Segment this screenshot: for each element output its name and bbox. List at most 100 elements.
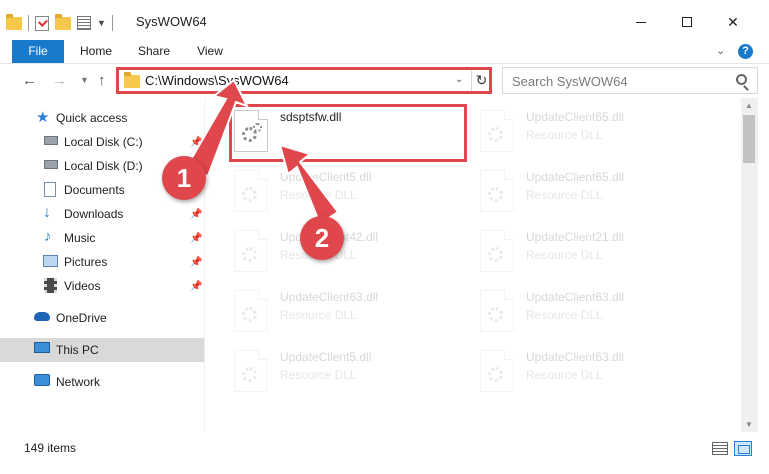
tab-view[interactable]: View — [186, 40, 234, 63]
sidebar-item-downloads[interactable]: ↓ Downloads 📌 — [0, 202, 204, 226]
sidebar-item-local-disk-c[interactable]: Local Disk (C:) 📌 — [0, 130, 204, 154]
search-box[interactable]: Search SysWOW64 — [502, 67, 758, 94]
recent-locations-chevron-icon[interactable]: ▼ — [80, 75, 89, 85]
music-icon: ♪ — [44, 228, 52, 245]
tab-file[interactable]: File — [12, 40, 64, 63]
properties-check-icon[interactable] — [35, 15, 49, 31]
status-bar: 149 items — [0, 432, 769, 474]
file-item-highlighted[interactable]: sdsptsfw.dll — [234, 106, 474, 160]
dll-file-icon — [234, 230, 268, 272]
pin-icon: 📌 — [190, 280, 203, 292]
sidebar-item-label: OneDrive — [56, 311, 107, 325]
sidebar-item-onedrive[interactable]: OneDrive — [0, 306, 204, 330]
file-name: UpdateClient65.dll — [526, 170, 625, 184]
file-item[interactable]: UpdateClient63.dll Resource DLL — [480, 346, 720, 400]
pin-icon: 📌 — [190, 232, 203, 244]
minimize-button[interactable] — [618, 8, 664, 36]
details-view-icon[interactable] — [712, 442, 728, 455]
file-name: UpdateClient5.dll — [280, 170, 372, 184]
file-type: Resource DLL — [526, 308, 603, 322]
toolbar-separator — [28, 15, 29, 31]
dll-file-icon — [480, 170, 514, 212]
search-icon — [736, 74, 747, 85]
gear-icon — [488, 247, 503, 262]
address-dropdown-chevron-icon[interactable]: ⌄ — [455, 74, 463, 85]
file-item[interactable]: UpdateClient63.dll Resource DLL — [480, 286, 720, 340]
back-arrow-icon[interactable]: ← — [22, 72, 37, 89]
forward-arrow-icon[interactable]: → — [52, 72, 67, 89]
help-icon[interactable]: ? — [738, 44, 753, 59]
dll-file-icon — [480, 350, 514, 392]
pin-icon: 📌 — [190, 208, 203, 220]
gear-icon — [253, 123, 262, 132]
ribbon-tabs: File Home Share View ⌄ ? — [0, 40, 769, 64]
scrollbar-thumb[interactable] — [743, 115, 755, 163]
pictures-icon — [43, 255, 58, 267]
documents-icon — [44, 182, 56, 197]
large-icons-view-icon[interactable] — [734, 441, 752, 456]
file-item[interactable]: UpdateClient42.dll Resource DLL — [234, 226, 474, 280]
gear-icon — [488, 367, 503, 382]
close-button[interactable]: ✕ — [710, 8, 756, 36]
sidebar-item-label: Quick access — [56, 111, 128, 125]
file-item[interactable]: UpdateClient65.dll Resource DLL — [480, 106, 720, 160]
file-type: Resource DLL — [280, 188, 357, 202]
maximize-button[interactable] — [664, 8, 710, 36]
new-folder-icon[interactable] — [55, 13, 71, 30]
tab-share[interactable]: Share — [130, 40, 178, 63]
dll-file-icon — [480, 230, 514, 272]
file-item[interactable]: UpdateClient5.dll Resource DLL — [234, 166, 474, 220]
gear-icon — [242, 367, 257, 382]
close-icon: ✕ — [727, 13, 739, 30]
address-bar[interactable]: C:\Windows\SysWOW64 ⌄ ↻ — [116, 67, 492, 94]
item-count: 149 items — [24, 441, 77, 455]
gear-icon — [488, 127, 503, 142]
tab-home[interactable]: Home — [72, 40, 120, 63]
sidebar-item-music[interactable]: ♪ Music 📌 — [0, 226, 204, 250]
refresh-icon[interactable]: ↻ — [471, 69, 491, 92]
properties-icon[interactable] — [77, 16, 91, 30]
sidebar-item-label: Videos — [64, 279, 101, 293]
file-type: Resource DLL — [280, 368, 357, 382]
drive-icon — [44, 160, 58, 169]
navigation-pane: ★ Quick access Local Disk (C:) 📌 Local D… — [0, 98, 205, 432]
file-item[interactable]: UpdateClient65.dll Resource DLL — [480, 166, 720, 220]
dll-file-icon — [480, 110, 514, 152]
up-arrow-icon[interactable]: ↑ — [98, 72, 106, 89]
file-item[interactable]: UpdateClient63.dll Resource DLL — [234, 286, 474, 340]
sidebar-item-videos[interactable]: Videos 📌 — [0, 274, 204, 298]
sidebar-item-pictures[interactable]: Pictures 📌 — [0, 250, 204, 274]
videos-icon — [44, 278, 57, 293]
sidebar-item-label: Music — [64, 231, 96, 245]
file-name: UpdateClient63.dll — [280, 290, 379, 304]
dll-file-icon — [234, 170, 268, 212]
search-input[interactable]: Search SysWOW64 — [512, 74, 628, 89]
customize-toolbar-chevron-icon[interactable]: ▼ — [97, 18, 106, 28]
step-1-badge: 1 — [162, 156, 206, 200]
scroll-up-icon[interactable]: ▲ — [745, 101, 753, 110]
sidebar-item-this-pc[interactable]: This PC — [0, 338, 204, 362]
dll-file-icon — [480, 290, 514, 332]
expand-ribbon-chevron-icon[interactable]: ⌄ — [716, 44, 725, 57]
file-name: UpdateClient63.dll — [526, 290, 625, 304]
pane-divider[interactable] — [204, 98, 205, 432]
file-type: Resource DLL — [526, 188, 603, 202]
file-explorer-window: ▼ SysWOW64 ✕ File Home Share View ⌄ ? ← … — [0, 0, 769, 474]
gear-icon — [488, 307, 503, 322]
scroll-down-icon[interactable]: ▼ — [745, 420, 753, 429]
dll-file-icon — [234, 290, 268, 332]
download-icon: ↓ — [43, 204, 51, 221]
folder-icon — [6, 13, 22, 30]
file-item[interactable]: UpdateClient5.dll Resource DLL — [234, 346, 474, 400]
file-item[interactable]: UpdateClient21.dll Resource DLL — [480, 226, 720, 280]
sidebar-item-network[interactable]: Network — [0, 370, 204, 394]
sidebar-item-quick-access[interactable]: ★ Quick access — [0, 106, 204, 130]
network-icon — [34, 374, 50, 386]
file-type: Resource DLL — [526, 248, 603, 262]
sidebar-item-label: Local Disk (D:) — [64, 159, 143, 173]
address-path[interactable]: C:\Windows\SysWOW64 — [145, 73, 289, 88]
pin-icon: 📌 — [190, 256, 203, 268]
sidebar-item-label: Downloads — [64, 207, 124, 221]
vertical-scrollbar[interactable]: ▲ ▼ — [741, 98, 758, 432]
gear-icon — [488, 187, 503, 202]
